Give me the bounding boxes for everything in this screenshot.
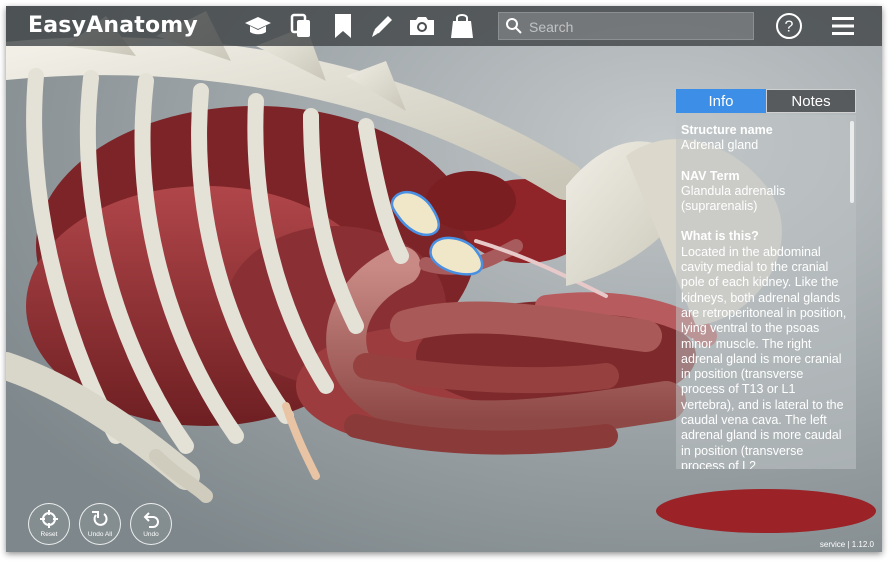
- structure-name-value: Adrenal gland: [681, 138, 759, 153]
- section-heading: Structure name: [681, 123, 773, 137]
- app-window: EasyAnatomy ? Info N: [6, 6, 882, 552]
- undo-all-icon: [92, 511, 108, 526]
- camera-icon[interactable]: [407, 11, 437, 41]
- menu-icon[interactable]: [828, 11, 858, 41]
- copy-icon[interactable]: [286, 11, 316, 41]
- crosshair-icon: [40, 510, 58, 528]
- top-toolbar: EasyAnatomy ?: [6, 6, 882, 46]
- info-panel-body[interactable]: Structure name Adrenal gland NAV Term Gl…: [676, 115, 856, 469]
- section-heading: What is this?: [681, 229, 759, 244]
- graduation-cap-icon[interactable]: [243, 11, 273, 41]
- info-content: Structure name Adrenal gland NAV Term Gl…: [681, 123, 847, 469]
- undo-all-button[interactable]: Undo All: [79, 503, 121, 545]
- app-title: EasyAnatomy: [28, 13, 198, 38]
- tab-notes[interactable]: Notes: [766, 89, 856, 113]
- svg-text:?: ?: [785, 19, 794, 36]
- search-box[interactable]: [498, 12, 754, 40]
- undo-all-label: Undo All: [87, 531, 113, 538]
- nav-term-value: Glandula adrenalis (suprarenalis): [681, 183, 786, 214]
- shopping-bag-icon[interactable]: [447, 11, 477, 41]
- tab-info[interactable]: Info: [676, 89, 766, 113]
- description-text: Located in the abdominal cavity medial t…: [681, 244, 847, 469]
- search-icon: [506, 18, 522, 34]
- undo-label: Undo: [143, 531, 159, 538]
- panel-scrollbar[interactable]: [850, 121, 854, 203]
- undo-button[interactable]: Undo: [130, 503, 172, 545]
- section-heading: NAV Term: [681, 168, 740, 183]
- version-label: service | 1.12.0: [819, 540, 874, 549]
- search-input[interactable]: [527, 15, 751, 39]
- help-icon[interactable]: ?: [774, 11, 804, 41]
- bookmark-icon[interactable]: [328, 11, 358, 41]
- reset-button[interactable]: Reset: [28, 503, 70, 545]
- info-panel: Info Notes Structure name Adrenal gland …: [676, 89, 856, 469]
- undo-icon: [143, 512, 159, 528]
- pencil-icon[interactable]: [367, 11, 397, 41]
- reset-label: Reset: [40, 531, 58, 538]
